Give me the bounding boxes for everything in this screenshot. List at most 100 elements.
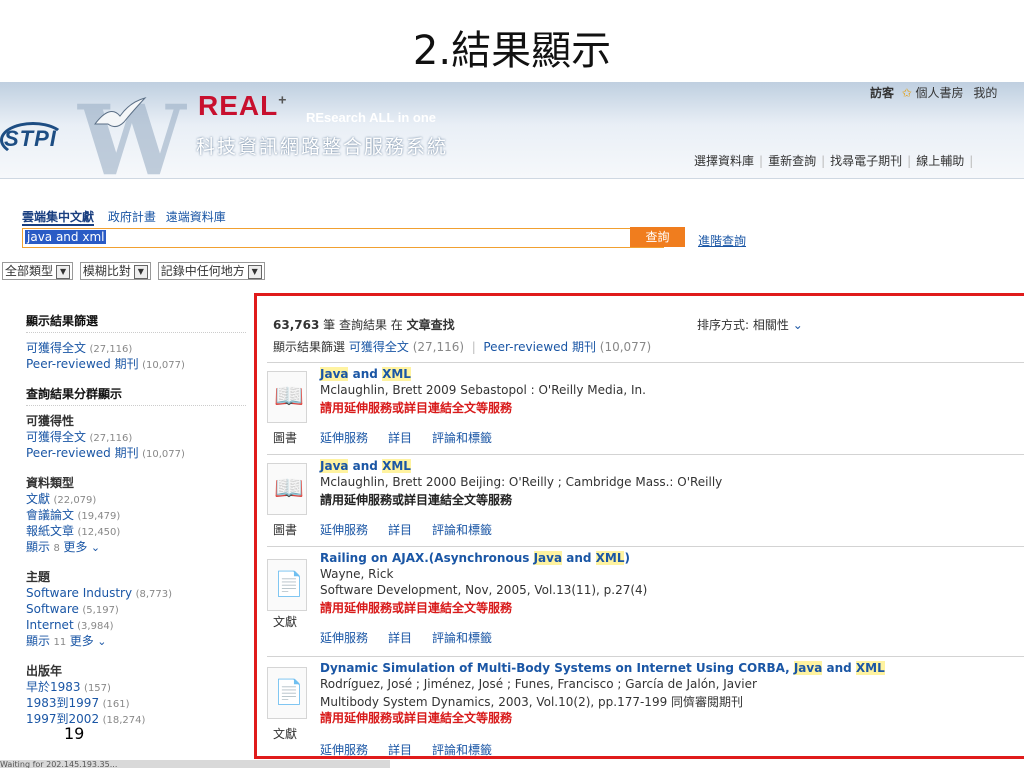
- nav-divider: |: [969, 154, 974, 168]
- article-thumbnail[interactable]: 📄: [267, 559, 307, 611]
- facet-item[interactable]: 可獲得全文 (27,116): [26, 341, 246, 357]
- sort-value[interactable]: 相關性: [753, 318, 789, 332]
- nav-find-ejournal[interactable]: 找尋電子期刊: [830, 154, 902, 168]
- nav-select-db[interactable]: 選擇資料庫: [694, 154, 754, 168]
- facet-item[interactable]: 可獲得全文 (27,116): [26, 430, 246, 446]
- show-more-link[interactable]: 更多: [63, 540, 87, 554]
- sort-control[interactable]: 排序方式: 相關性 ⌄: [697, 316, 803, 333]
- tab-gov-projects[interactable]: 政府計畫: [108, 210, 156, 224]
- nav-new-search[interactable]: 重新查詢: [768, 154, 816, 168]
- facet-item-label[interactable]: 會議論文: [26, 508, 74, 522]
- tab-remote-db[interactable]: 遠端資料庫: [166, 210, 226, 224]
- facet-item-label[interactable]: Software Industry: [26, 586, 132, 600]
- reviews-tags-link[interactable]: 評論和標籤: [432, 523, 492, 537]
- extended-service-link[interactable]: 延伸服務: [320, 523, 368, 537]
- title-part: ): [624, 551, 630, 565]
- bird-logo-icon: [93, 97, 147, 128]
- extended-service-link[interactable]: 延伸服務: [320, 631, 368, 645]
- user-link-bookshelf[interactable]: 個人書房: [916, 86, 964, 100]
- facet-item-label[interactable]: Internet: [26, 618, 74, 632]
- facet-item[interactable]: Software (5,197): [26, 602, 246, 618]
- real-logo-plus: +: [278, 91, 288, 108]
- details-link[interactable]: 詳目: [388, 523, 412, 537]
- result-service-note: 請用延伸服務或詳目連結全文等服務: [320, 711, 513, 725]
- result-title[interactable]: Java and XML: [320, 367, 411, 381]
- subfilter-fulltext[interactable]: 可獲得全文: [349, 340, 409, 354]
- tab-cloud-literature[interactable]: 雲端集中文獻: [22, 210, 95, 226]
- article-thumbnail[interactable]: 📄: [267, 667, 307, 719]
- show-more-types[interactable]: 顯示 8 更多 ⌄: [26, 540, 246, 556]
- divider: |: [467, 340, 480, 354]
- book-thumbnail[interactable]: 📖: [267, 463, 307, 515]
- facet-item[interactable]: 報紙文章 (12,450): [26, 524, 246, 540]
- type-select-value: 全部類型: [5, 264, 54, 278]
- result-meta: Multibody System Dynamics, 2003, Vol.10(…: [320, 695, 744, 709]
- search-input[interactable]: java and xml: [22, 228, 664, 248]
- facet-item-count: (18,274): [102, 715, 146, 726]
- result-title[interactable]: Dynamic Simulation of Multi-Body Systems…: [320, 661, 885, 675]
- result-title[interactable]: Java and XML: [320, 459, 411, 473]
- type-select[interactable]: 全部類型 ▼: [2, 262, 74, 280]
- title-part: XML: [382, 459, 411, 473]
- chevron-down-icon: ▼: [133, 264, 148, 279]
- facet-item[interactable]: 會議論文 (19,479): [26, 508, 246, 524]
- search-button[interactable]: 查詢: [630, 227, 685, 247]
- facet-item[interactable]: 文獻 (22,079): [26, 492, 246, 508]
- facet-item[interactable]: 1997到2002 (18,274): [26, 712, 246, 728]
- facet-item-label[interactable]: 可獲得全文: [26, 341, 86, 355]
- facet-item-label[interactable]: 1997到2002: [26, 712, 99, 726]
- facet-item[interactable]: Internet (3,984): [26, 618, 246, 634]
- match-select[interactable]: 模糊比對 ▼: [79, 262, 151, 280]
- extended-service-link[interactable]: 延伸服務: [320, 743, 368, 757]
- results-summary: 63,763 筆 查詢結果 在 文章查找: [273, 316, 455, 333]
- subfilter-count: (27,116): [412, 340, 465, 354]
- advanced-search-link[interactable]: 進階查詢: [698, 232, 746, 249]
- facet-item-count: (157): [84, 683, 111, 694]
- chevron-down-icon: ▼: [247, 264, 262, 279]
- show-more-prefix[interactable]: 顯示: [26, 540, 50, 554]
- facet-item-label[interactable]: 報紙文章: [26, 524, 74, 538]
- result-type: 圖書: [273, 523, 298, 537]
- show-more-link[interactable]: 更多: [70, 634, 94, 648]
- reviews-tags-link[interactable]: 評論和標籤: [432, 743, 492, 757]
- extended-service-link[interactable]: 延伸服務: [320, 431, 368, 445]
- facet-item[interactable]: Software Industry (8,773): [26, 586, 246, 602]
- details-link[interactable]: 詳目: [388, 431, 412, 445]
- facet-item-label[interactable]: Peer-reviewed 期刊: [26, 357, 139, 371]
- details-link[interactable]: 詳目: [388, 743, 412, 757]
- user-label: 訪客: [870, 86, 895, 100]
- facet-item-label[interactable]: 可獲得全文: [26, 430, 86, 444]
- reviews-tags-link[interactable]: 評論和標籤: [432, 431, 492, 445]
- nav-divider: |: [907, 154, 912, 168]
- show-more-prefix[interactable]: 顯示: [26, 634, 50, 648]
- user-link-my[interactable]: 我的: [973, 86, 997, 100]
- stpi-logo[interactable]: STPI: [4, 126, 57, 152]
- result-count-text: 筆 查詢結果 在: [323, 318, 403, 332]
- facet-item-count: (19,479): [77, 511, 121, 522]
- facet-item-label[interactable]: 早於1983: [26, 680, 81, 694]
- show-more-count: 11: [53, 637, 67, 648]
- details-link[interactable]: 詳目: [388, 631, 412, 645]
- facet-item-label[interactable]: Software: [26, 602, 79, 616]
- book-thumbnail[interactable]: 📖: [267, 371, 307, 423]
- real-logo[interactable]: REAL+: [198, 90, 287, 122]
- result-scope: 文章查找: [406, 318, 455, 332]
- title-part: Java: [533, 551, 563, 565]
- facet-item[interactable]: 1983到1997 (161): [26, 696, 246, 712]
- subject-facet-title: 主題: [26, 570, 51, 584]
- facet-item[interactable]: Peer-reviewed 期刊 (10,077): [26, 357, 246, 373]
- facet-item-label[interactable]: 文獻: [26, 492, 50, 506]
- facet-item-label[interactable]: 1983到1997: [26, 696, 99, 710]
- result-title[interactable]: Railing on AJAX.(Asynchronous Java and X…: [320, 551, 630, 565]
- facet-item[interactable]: 早於1983 (157): [26, 680, 246, 696]
- facet-item-label[interactable]: Peer-reviewed 期刊: [26, 446, 139, 460]
- facet-item[interactable]: Peer-reviewed 期刊 (10,077): [26, 446, 246, 462]
- slide-title: 2.結果顯示: [412, 28, 612, 74]
- result-count: 63,763: [273, 318, 320, 332]
- nav-online-help[interactable]: 線上輔助: [916, 154, 964, 168]
- field-select[interactable]: 記錄中任何地方 ▼: [157, 262, 265, 280]
- field-select-value: 記錄中任何地方: [160, 264, 245, 278]
- reviews-tags-link[interactable]: 評論和標籤: [432, 631, 492, 645]
- show-more-subjects[interactable]: 顯示 11 更多 ⌄: [26, 634, 246, 650]
- subfilter-peer-reviewed[interactable]: Peer-reviewed 期刊: [483, 340, 596, 354]
